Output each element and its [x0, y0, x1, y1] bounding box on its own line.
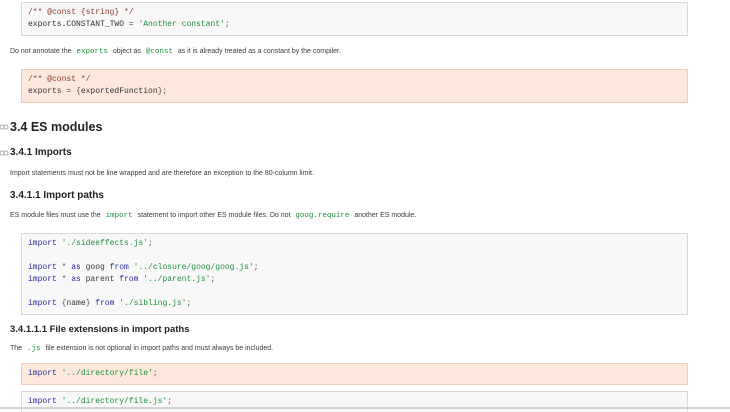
paragraph-imports-rule: Import statements must not be line wrapp… [10, 169, 688, 179]
code-token: ; [167, 397, 173, 406]
code-token: ; [152, 369, 158, 378]
code-token: import [28, 397, 62, 406]
code-token: = [128, 20, 139, 29]
inline-code: .js [27, 345, 41, 353]
code-line: /** @const {string} */ [28, 7, 681, 19]
code-token: = { [66, 87, 81, 96]
heading-es-modules: 3.4 ES modules [0, 120, 688, 134]
heading-file-extensions-label: 3.4.1.1.1 File extensions in import path… [10, 324, 190, 335]
code-token: * [61, 263, 72, 272]
viewport-bottom-edge [0, 407, 730, 409]
code-token: '../closure/goog/goog.js' [133, 263, 254, 272]
code-token: import [28, 369, 62, 378]
code-line: import '../directory/file'; [28, 368, 681, 380]
code-token: from [119, 275, 144, 284]
code-token: '../directory/file' [61, 369, 153, 378]
text-run: Do not annotate the [10, 48, 74, 55]
code-token: import [28, 275, 62, 284]
inline-code: goog.require [295, 212, 350, 220]
code-token: 'Another constant' [138, 20, 225, 29]
code-block-exports-const-good: /** @const {string} */ exports.CONSTANT_T… [21, 2, 688, 36]
code-token: from [95, 299, 120, 308]
inline-code: @const [145, 48, 173, 56]
code-token: './sideeffects.js' [61, 239, 149, 248]
heading-es-modules-label: 3.4 ES modules [10, 120, 103, 134]
heading-imports-label: 3.4.1 Imports [10, 147, 72, 158]
code-line: exports.CONSTANT_TWO = 'Another constant… [28, 19, 681, 31]
text-run: object as [110, 48, 143, 55]
code-line: import * as parent from '../parent.js'; [28, 274, 681, 286]
heading-file-extensions: 3.4.1.1.1 File extensions in import path… [10, 324, 688, 335]
heading-import-paths: 3.4.1.1 Import paths [10, 190, 688, 201]
code-token: ; [186, 299, 192, 308]
code-line: exports = {exportedFunction}; [28, 86, 681, 98]
code-token: * [61, 275, 72, 284]
code-line: /** @const */ [28, 74, 681, 86]
page-root: { "colors": { "page_bg": "#ffffff", "cod… [0, 0, 730, 412]
anchor-link-icon[interactable] [0, 149, 9, 157]
code-token: ; [253, 263, 259, 272]
code-token: exports [28, 87, 67, 96]
code-token: import [28, 263, 62, 272]
code-block-exports-bad: /** @const */ exports = {exportedFunction… [21, 69, 688, 103]
code-token: from [109, 263, 134, 272]
code-line: import * as goog from '../closure/goog/g… [28, 262, 681, 274]
code-token: parent [85, 275, 120, 284]
paragraph-exports-note: Do not annotate the exports object as @c… [10, 47, 688, 57]
document-content: /** @const {string} */ exports.CONSTANT_T… [0, 0, 730, 412]
text-run: statement to import other ES module file… [135, 212, 293, 219]
paragraph-import-paths-rule: ES module files must use the import stat… [10, 211, 688, 221]
inline-code: import [105, 212, 133, 220]
heading-import-paths-label: 3.4.1.1 Import paths [10, 190, 104, 201]
code-block-imports-example: import './sideeffects.js'; import * as g… [21, 233, 688, 315]
text-run: Import statements must not be line wrapp… [10, 170, 314, 177]
code-token: as [71, 263, 86, 272]
code-token: /** @const {string} */ [28, 8, 134, 17]
code-token: }; [157, 87, 168, 96]
code-token: import [28, 299, 62, 308]
code-token: '../directory/file.js' [61, 397, 168, 406]
code-token: ; [148, 239, 153, 248]
code-line: import {name} from './sibling.js'; [28, 298, 681, 310]
text-run: The [10, 345, 25, 352]
code-token: name [66, 299, 86, 308]
text-run: file extension is not optional in import… [43, 345, 274, 352]
code-token: import [28, 239, 62, 248]
text-run: another ES module. [352, 212, 417, 219]
code-token: ; [210, 275, 216, 284]
code-line: import './sideeffects.js'; [28, 238, 681, 250]
text-run: ES module files must use the [10, 212, 103, 219]
paragraph-file-ext-rule: The .js file extension is not optional i… [10, 344, 688, 354]
code-token: as [71, 275, 86, 284]
text-run: as it is already treated as a constant b… [175, 48, 341, 55]
code-token: exportedFunction [80, 87, 158, 96]
code-token: goog [85, 263, 110, 272]
inline-code: exports [76, 48, 108, 56]
anchor-link-icon[interactable] [0, 123, 9, 131]
code-token: exports.CONSTANT_TWO [28, 20, 129, 29]
code-token: './sibling.js' [119, 299, 187, 308]
code-token: ; [224, 20, 230, 29]
code-token: } [85, 299, 96, 308]
heading-imports: 3.4.1 Imports [0, 147, 688, 159]
code-token: /** @const */ [28, 75, 91, 84]
code-block-import-no-ext-bad: import '../directory/file'; [21, 363, 688, 385]
code-token: '../parent.js' [143, 275, 211, 284]
